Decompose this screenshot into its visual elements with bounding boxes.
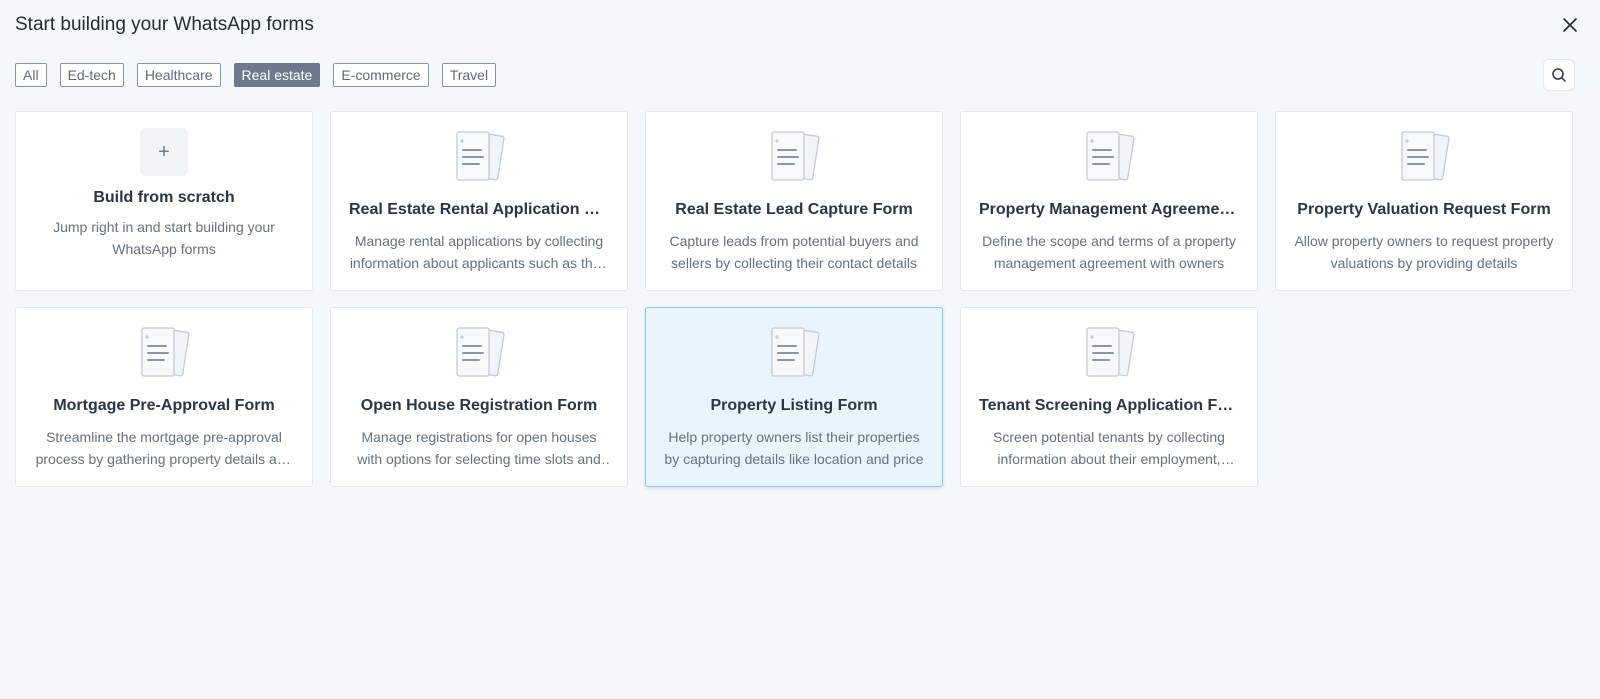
document-icon [456,327,505,377]
filter-chip-healthcare[interactable]: Healthcare [136,63,221,87]
document-icon [456,131,505,181]
card-title: Property Listing Form [710,397,878,414]
document-icon [771,327,820,377]
card-description: Streamline the mortgage pre-approval pro… [35,429,293,467]
card-title: Build from scratch [93,189,235,206]
card-title: Real Estate Lead Capture Form [675,201,913,218]
template-card[interactable]: Real Estate Rental Application Form Manag… [330,111,628,291]
template-card[interactable]: Open House Registration Form Manage regis… [330,307,628,487]
filter-chip-real-estate[interactable]: Real estate [233,63,321,87]
card-description: Help property owners list their properti… [664,429,924,467]
card-title: Open House Registration Form [360,397,598,414]
card-description: Define the scope and terms of a property… [982,233,1236,271]
filter-chip-travel[interactable]: Travel [441,63,497,87]
card-description: Manage rental applications by collecting… [349,233,609,271]
page-title: Start building your WhatsApp forms [15,14,314,35]
document-icon [771,131,820,181]
document-icon [141,327,190,377]
card-title: Real Estate Rental Application Form [349,201,609,218]
card-title: Tenant Screening Application Form [979,397,1239,414]
document-icon [1401,131,1450,181]
template-card[interactable]: Real Estate Lead Capture Form Capture lea… [645,111,943,291]
filter-chip-e-commerce[interactable]: E-commerce [333,63,429,87]
document-icon [1086,327,1135,377]
category-filters: All Ed-tech Healthcare Real estate E-com… [15,63,497,87]
card-title: Mortgage Pre-Approval Form [53,397,275,414]
card-title: Property Management Agreement Form [979,201,1239,218]
card-title: Property Valuation Request Form [1297,201,1551,218]
template-grid: + Build from scratch Jump right in and s… [15,111,1573,487]
modal-header: Start building your WhatsApp forms [15,10,1585,40]
build-from-scratch-card[interactable]: + Build from scratch Jump right in and s… [15,111,313,291]
search-icon [1552,68,1566,82]
close-button[interactable] [1559,14,1581,36]
card-description: Jump right in and start building your Wh… [53,219,275,257]
card-description: Capture leads from potential buyers and … [669,233,919,271]
template-card[interactable]: Tenant Screening Application Form Screen … [960,307,1258,487]
document-icon [1086,131,1135,181]
card-description: Screen potential tenants by collecting i… [993,429,1225,467]
card-description: Allow property owners to request propert… [1294,233,1554,271]
filter-chip-all[interactable]: All [15,63,47,87]
template-card[interactable]: Property Valuation Request Form Allow pro… [1275,111,1573,291]
plus-icon: + [140,128,188,176]
filter-chip-ed-tech[interactable]: Ed-tech [59,63,124,87]
template-card[interactable]: Property Listing Form Help property owner… [645,307,943,487]
close-icon [1563,18,1577,32]
template-card[interactable]: Mortgage Pre-Approval Form Streamline the… [15,307,313,487]
template-card[interactable]: Property Management Agreement Form Define… [960,111,1258,291]
search-button[interactable] [1543,59,1575,91]
card-description: Manage registrations for open houses wit… [357,429,601,467]
